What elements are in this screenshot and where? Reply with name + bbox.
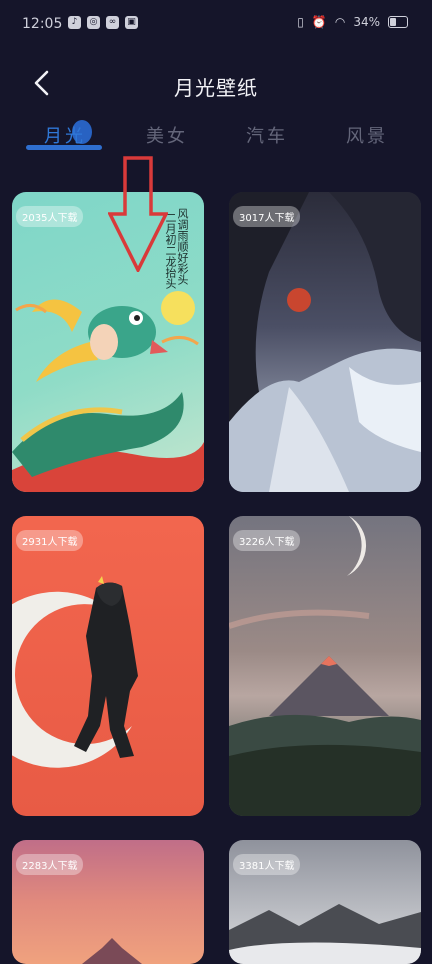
app-notification-icon: ◎ xyxy=(87,16,100,29)
wallpaper-card[interactable]: 3017人下载 xyxy=(229,192,421,492)
arrow-down-icon xyxy=(108,156,168,272)
download-count-badge: 3017人下载 xyxy=(233,206,301,227)
tiktok-icon: ♪ xyxy=(68,16,81,29)
red-moon-cave-illustration xyxy=(229,192,421,492)
active-tab-underline xyxy=(26,145,102,150)
tab-beauty[interactable]: 美女 xyxy=(146,122,188,148)
wallpaper-card[interactable]: 3226人下载 xyxy=(229,516,421,816)
wallpaper-card[interactable]: 3381人下载 xyxy=(229,840,421,964)
download-count-badge: 2283人下载 xyxy=(16,854,84,875)
battery-percent: 34% xyxy=(353,15,380,29)
notification-icons: ♪ ◎ ∞ ▣ xyxy=(68,16,138,29)
poem-line-1: 风调雨顺好彩头 xyxy=(176,208,189,285)
message-icon: ▣ xyxy=(125,16,138,29)
alarm-icon: ⏰ xyxy=(311,15,327,29)
download-count-badge: 2931人下载 xyxy=(16,530,84,551)
status-right: ▯ ⏰ ◠ 34% xyxy=(297,15,408,29)
hooded-figure-moon-illustration xyxy=(12,576,138,768)
app-header: 月光壁纸 xyxy=(0,60,432,110)
wifi-icon: ◠ xyxy=(334,15,346,29)
wallpaper-card[interactable]: 2931人下载 xyxy=(12,516,204,816)
download-count-badge: 3226人下载 xyxy=(233,530,301,551)
battery-icon xyxy=(388,16,408,28)
tab-cars[interactable]: 汽车 xyxy=(246,122,288,148)
status-bar: 12:05 ♪ ◎ ∞ ▣ ▯ ⏰ ◠ 34% xyxy=(0,0,432,50)
vibrate-icon: ▯ xyxy=(297,15,304,29)
category-tabs: 月光 美女 汽车 风景 xyxy=(0,118,432,158)
status-time: 12:05 xyxy=(22,16,63,32)
wallpaper-card[interactable]: 2283人下载 xyxy=(12,840,204,964)
link-icon: ∞ xyxy=(106,16,119,29)
download-count-badge: 2035人下载 xyxy=(16,206,84,227)
tab-scenery[interactable]: 风景 xyxy=(346,122,388,148)
download-count-badge: 3381人下载 xyxy=(233,854,301,875)
mountain-moon-illustration xyxy=(229,516,421,816)
page-title: 月光壁纸 xyxy=(174,76,258,100)
